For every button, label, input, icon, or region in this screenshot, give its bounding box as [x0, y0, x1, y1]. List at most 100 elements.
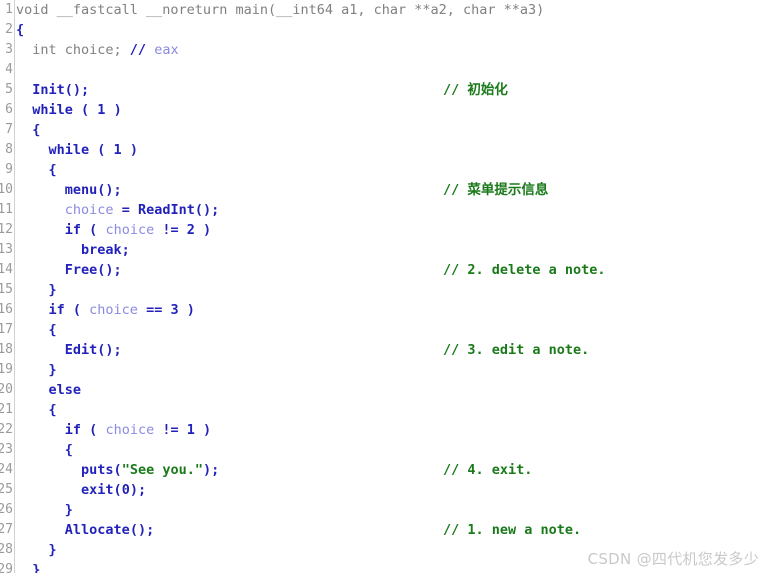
code-line[interactable]: if ( choice != 2 ) — [16, 220, 767, 240]
code-token: 3 — [170, 302, 179, 318]
code-token: Edit — [64, 342, 98, 358]
code-token: } — [32, 562, 41, 573]
line-number: 14 — [0, 262, 13, 277]
code-line[interactable]: else — [16, 380, 767, 400]
code-line[interactable]: } — [16, 500, 767, 520]
code-token: while — [48, 142, 90, 158]
line-number: 23 — [0, 442, 13, 457]
code-token: ) — [105, 102, 122, 118]
code-token: ( — [64, 302, 90, 318]
code-line-text: if ( choice != 1 ) — [16, 420, 211, 440]
code-line-text: Allocate(); — [16, 520, 154, 540]
code-line[interactable] — [16, 60, 767, 80]
line-number: 22 — [0, 422, 13, 437]
code-line[interactable]: exit(0); — [16, 480, 767, 500]
line-number: 21 — [0, 402, 13, 417]
code-line-text: if ( choice == 3 ) — [16, 300, 195, 320]
code-line[interactable]: puts("See you."); // 4. exit. — [16, 460, 767, 480]
code-line-text: while ( 1 ) — [16, 100, 122, 120]
code-token: (); — [97, 182, 122, 198]
code-line[interactable]: { — [16, 160, 767, 180]
code-token: choice — [105, 422, 155, 438]
code-line[interactable]: } — [16, 360, 767, 380]
code-token: == — [137, 302, 171, 318]
code-line[interactable]: choice = ReadInt(); — [16, 200, 767, 220]
line-number: 6 — [5, 102, 13, 117]
line-number: 5 — [5, 82, 13, 97]
code-token: ( — [89, 142, 114, 158]
code-line-text: { — [16, 120, 40, 140]
code-line[interactable]: { — [16, 20, 767, 40]
code-token: "See you." — [121, 462, 203, 478]
code-token: if — [64, 222, 82, 238]
code-line[interactable]: break; — [16, 240, 767, 260]
code-line[interactable]: if ( choice == 3 ) — [16, 300, 767, 320]
line-number: 13 — [0, 242, 13, 257]
code-token: Free — [64, 262, 98, 278]
code-token: ; — [121, 242, 130, 258]
code-line[interactable]: Allocate(); // 1. new a note. — [16, 520, 767, 540]
code-token: 1 — [113, 142, 122, 158]
code-line[interactable]: Init(); // 初始化 — [16, 80, 767, 100]
code-token: ); — [202, 462, 220, 478]
code-token: 1 — [186, 422, 195, 438]
code-token: { — [32, 122, 41, 138]
code-line-text: void __fastcall __noreturn main(__int64 … — [16, 0, 544, 20]
code-line-text: Edit(); — [16, 340, 122, 360]
line-number: 3 — [5, 42, 13, 57]
code-token: // — [129, 42, 155, 58]
code-line[interactable]: if ( choice != 1 ) — [16, 420, 767, 440]
code-line[interactable]: while ( 1 ) — [16, 100, 767, 120]
code-line[interactable]: { — [16, 320, 767, 340]
code-token: { — [48, 162, 57, 178]
code-line[interactable]: { — [16, 400, 767, 420]
code-token: choice — [64, 202, 114, 218]
code-token: ); — [129, 482, 147, 498]
line-number: 12 — [0, 222, 13, 237]
code-token: ( — [113, 482, 122, 498]
code-line[interactable]: Free(); // 2. delete a note. — [16, 260, 767, 280]
line-number: 18 — [0, 342, 13, 357]
line-number: 29 — [0, 562, 13, 573]
code-token: ) — [121, 142, 138, 158]
line-number: 4 — [5, 62, 13, 77]
pseudocode-editor[interactable]: 1 2 3 4 5 6 7 8 9 10 11 12 13 14 15 16 17 18 19 20 21 22 23 24 2… — [0, 0, 767, 573]
code-line[interactable]: while ( 1 ) — [16, 140, 767, 160]
code-line[interactable]: void __fastcall __noreturn main(__int64 … — [16, 0, 767, 20]
trailing-comment: // 3. edit a note. — [443, 342, 590, 358]
code-area[interactable]: void __fastcall __noreturn main(__int64 … — [16, 0, 767, 573]
code-token: 0 — [121, 482, 130, 498]
code-token: else — [48, 382, 82, 398]
code-token: ( — [81, 422, 106, 438]
code-line[interactable]: } — [16, 280, 767, 300]
code-token: = — [113, 202, 138, 218]
code-token: != — [154, 422, 187, 438]
code-line-text: int choice; // eax — [16, 40, 178, 60]
code-line[interactable]: { — [16, 120, 767, 140]
code-line-text: puts("See you."); — [16, 460, 219, 480]
code-line-text: menu(); — [16, 180, 122, 200]
trailing-comment: // 菜单提示信息 — [443, 182, 549, 198]
code-line[interactable]: { — [16, 440, 767, 460]
code-line-text: { — [16, 20, 24, 40]
line-number: 2 — [5, 22, 13, 37]
code-token: (); — [194, 202, 220, 218]
code-token: (); — [97, 342, 122, 358]
code-line-text: Init(); — [16, 80, 89, 100]
code-token: ( — [81, 222, 106, 238]
code-token: break — [81, 242, 122, 258]
code-line[interactable]: Edit(); // 3. edit a note. — [16, 340, 767, 360]
code-line[interactable]: int choice; // eax — [16, 40, 767, 60]
code-token: { — [16, 22, 25, 38]
code-line[interactable]: menu(); // 菜单提示信息 — [16, 180, 767, 200]
